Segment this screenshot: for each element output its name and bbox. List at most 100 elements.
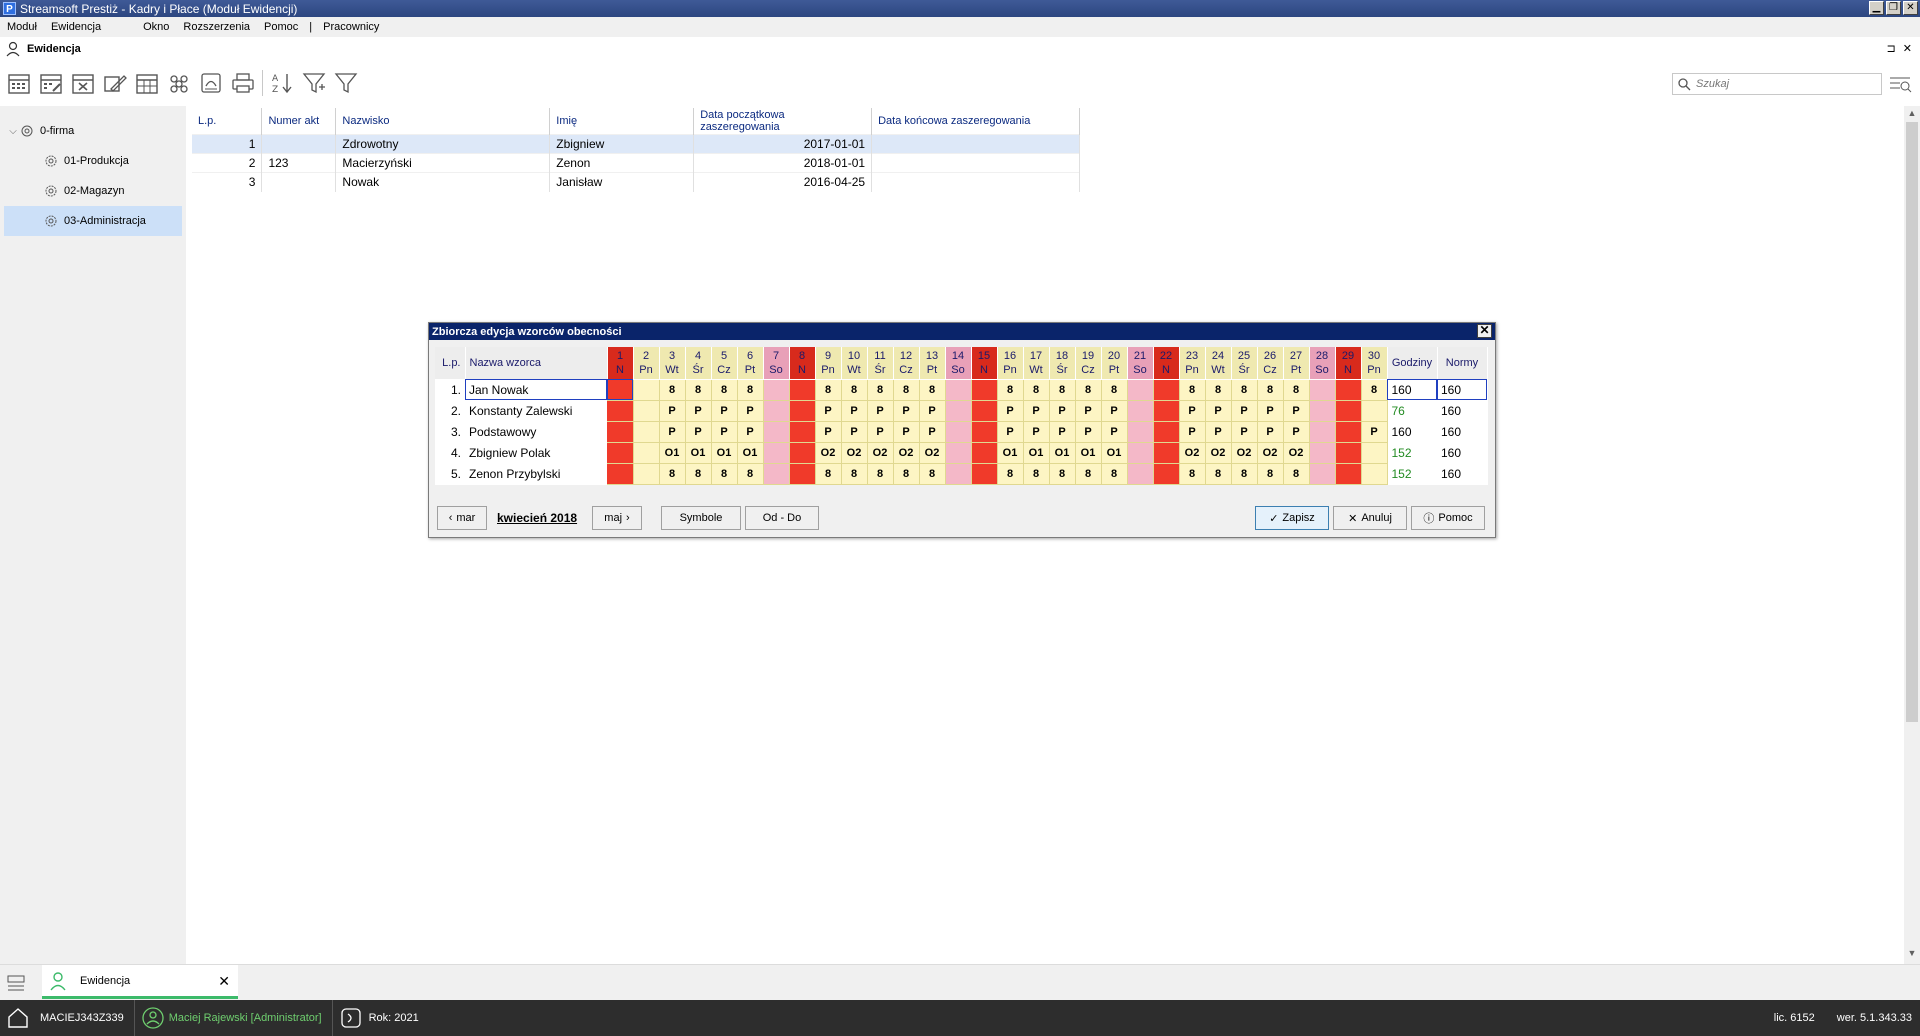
day-cell[interactable]: 8 xyxy=(1179,463,1206,485)
day-cell[interactable]: P xyxy=(1049,400,1076,422)
day-cell[interactable]: 8 xyxy=(997,379,1024,401)
edit-pattern-icon[interactable] xyxy=(102,70,128,96)
close-icon[interactable]: ✕ xyxy=(1903,1,1918,15)
day-cell[interactable]: O2 xyxy=(815,442,842,464)
day-cell[interactable]: O1 xyxy=(1049,442,1076,464)
day-cell[interactable] xyxy=(607,442,634,464)
day-cell[interactable]: 8 xyxy=(815,379,842,401)
day-cell[interactable] xyxy=(633,442,660,464)
day-cell[interactable]: O1 xyxy=(685,442,712,464)
day-cell[interactable]: P xyxy=(1179,421,1206,443)
day-cell[interactable]: 8 xyxy=(1205,463,1232,485)
day-cell[interactable] xyxy=(607,379,634,401)
day-cell[interactable] xyxy=(1153,463,1180,485)
day-cell[interactable] xyxy=(1361,463,1388,485)
row-pattern-name[interactable]: Konstanty Zalewski xyxy=(465,400,607,421)
day-cell[interactable]: O2 xyxy=(841,442,868,464)
day-cell[interactable]: 8 xyxy=(1023,463,1050,485)
day-cell[interactable]: O2 xyxy=(893,442,920,464)
day-cell[interactable] xyxy=(971,421,998,443)
day-cell[interactable]: O1 xyxy=(1101,442,1128,464)
day-cell[interactable]: P xyxy=(1361,421,1388,443)
table-row[interactable]: 2 123 Macierzyński Zenon 2018-01-01 xyxy=(192,153,1080,173)
day-cell[interactable]: P xyxy=(1023,421,1050,443)
day-cell[interactable]: 8 xyxy=(685,379,712,401)
pattern-row[interactable]: 2. Konstanty Zalewski P P P P P P P P P P P P P P P P P P P 7… xyxy=(435,400,1487,422)
day-cell[interactable] xyxy=(1153,442,1180,464)
day-cell[interactable] xyxy=(789,400,816,422)
day-cell[interactable]: 8 xyxy=(1179,379,1206,401)
day-cell[interactable]: 8 xyxy=(1257,379,1284,401)
scroll-down-icon[interactable]: ▼ xyxy=(1904,948,1920,962)
day-cell[interactable]: P xyxy=(841,400,868,422)
day-cell[interactable] xyxy=(1309,400,1336,422)
day-cell[interactable]: 8 xyxy=(659,463,686,485)
day-cell[interactable] xyxy=(1127,463,1154,485)
day-cell[interactable]: P xyxy=(867,421,894,443)
day-cell[interactable]: 8 xyxy=(1283,379,1310,401)
row-hours[interactable]: 160 xyxy=(1387,379,1437,400)
day-cell[interactable] xyxy=(1335,442,1362,464)
day-cell[interactable]: P xyxy=(893,421,920,443)
row-pattern-name[interactable]: Podstawowy xyxy=(465,421,607,442)
prev-month-button[interactable]: ‹ mar xyxy=(437,506,487,530)
day-cell[interactable]: P xyxy=(1179,400,1206,422)
day-cell[interactable] xyxy=(1309,442,1336,464)
pattern-row[interactable]: 1. Jan Nowak 8 8 8 8 8 8 8 8 8 8 8 8 8 8 8 8 8 8 8 8 160 160 xyxy=(435,379,1487,401)
day-cell[interactable] xyxy=(607,421,634,443)
column-header-nazwisko[interactable]: Nazwisko xyxy=(335,108,551,135)
day-cell[interactable] xyxy=(789,379,816,401)
search-input[interactable] xyxy=(1694,77,1874,91)
day-cell[interactable]: 8 xyxy=(737,379,764,401)
day-cell[interactable] xyxy=(1127,379,1154,401)
day-cell[interactable]: P xyxy=(893,400,920,422)
day-cell[interactable]: O1 xyxy=(1075,442,1102,464)
day-cell[interactable]: P xyxy=(1205,400,1232,422)
day-cell[interactable]: 8 xyxy=(737,463,764,485)
day-cell[interactable] xyxy=(789,442,816,464)
day-cell[interactable] xyxy=(945,379,972,401)
day-cell[interactable]: O1 xyxy=(711,442,738,464)
menu-pracownicy[interactable]: Pracownicy xyxy=(316,21,386,33)
day-cell[interactable]: O2 xyxy=(1231,442,1258,464)
day-cell[interactable] xyxy=(763,379,790,401)
day-cell[interactable] xyxy=(633,421,660,443)
day-cell[interactable] xyxy=(971,463,998,485)
column-header-data-poczatkowa[interactable]: Data początkowa zaszeregowania xyxy=(693,108,873,135)
day-cell[interactable]: P xyxy=(919,400,946,422)
day-cell[interactable]: P xyxy=(711,421,738,443)
day-cell[interactable] xyxy=(1153,379,1180,401)
day-cell[interactable]: O2 xyxy=(867,442,894,464)
row-pattern-name[interactable]: Zbigniew Polak xyxy=(465,442,607,463)
day-cell[interactable]: P xyxy=(867,400,894,422)
search-options-icon[interactable] xyxy=(1888,73,1912,95)
day-cell[interactable] xyxy=(1309,463,1336,485)
import-icon[interactable] xyxy=(198,70,224,96)
day-cell[interactable]: 8 xyxy=(1361,379,1388,401)
day-cell[interactable] xyxy=(789,463,816,485)
day-cell[interactable] xyxy=(763,400,790,422)
day-cell[interactable]: 8 xyxy=(841,463,868,485)
status-user[interactable]: Maciej Rajewski [Administrator] xyxy=(135,1000,333,1036)
day-cell[interactable]: 8 xyxy=(1231,463,1258,485)
table-row[interactable]: 1 Zdrowotny Zbigniew 2017-01-01 xyxy=(192,134,1080,154)
day-cell[interactable] xyxy=(763,442,790,464)
day-cell[interactable]: 8 xyxy=(1101,463,1128,485)
tree-item-root[interactable]: ⌵ 0-firma xyxy=(0,116,186,146)
day-cell[interactable]: O1 xyxy=(737,442,764,464)
day-cell[interactable] xyxy=(763,421,790,443)
restore-icon[interactable]: ❐ xyxy=(1886,1,1901,15)
day-cell[interactable] xyxy=(1335,400,1362,422)
day-cell[interactable]: 8 xyxy=(815,463,842,485)
pattern-row[interactable]: 3. Podstawowy P P P P P P P P P P P P P P P P P P P P 160 160 xyxy=(435,421,1487,443)
day-cell[interactable]: 8 xyxy=(1075,463,1102,485)
minimize-icon[interactable]: ▁ xyxy=(1869,1,1884,15)
column-header-imie[interactable]: Imię xyxy=(549,108,695,135)
day-cell[interactable] xyxy=(763,463,790,485)
day-cell[interactable]: O1 xyxy=(1023,442,1050,464)
pattern-row[interactable]: 5. Zenon Przybylski 8 8 8 8 8 8 8 8 8 8 8 8 8 8 8 8 8 8 8 152… xyxy=(435,463,1487,485)
tree-item-produkcja[interactable]: 01-Produkcja xyxy=(0,146,186,176)
document-controls[interactable]: ⊐ ✕ xyxy=(1887,42,1915,55)
day-cell[interactable]: P xyxy=(1283,421,1310,443)
day-cell[interactable]: 8 xyxy=(1075,379,1102,401)
